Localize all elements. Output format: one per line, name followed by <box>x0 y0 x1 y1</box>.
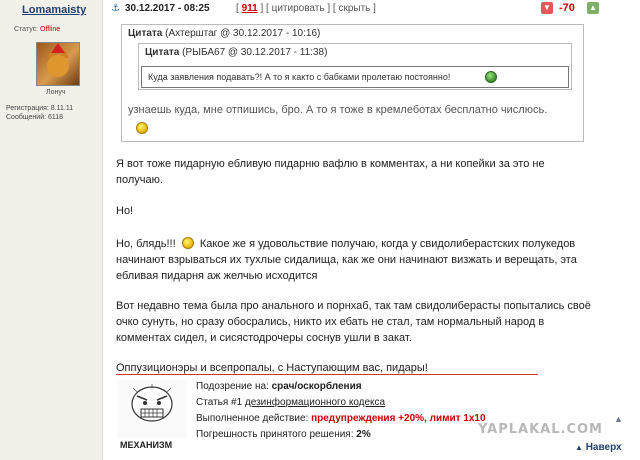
post-header: ⚓ 30.12.2017 - 08:25 [ 911 ] [ цитироват… <box>103 0 640 18</box>
username-link[interactable]: Lomamaisty <box>22 4 86 16</box>
post-line: Я вот тоже пидарную ебливую пидарню вафл… <box>116 158 545 170</box>
post-line: начинают взрываться их тухлые сидалища, … <box>116 254 577 266</box>
arrow-up-icon: ▲ <box>575 443 583 452</box>
post-line: очко сунуть, но сразу обосрались, никто … <box>116 316 545 328</box>
user-posts-count: Сообщений: 6118 <box>6 114 64 121</box>
back-to-top-label[interactable]: Наверх <box>586 442 622 453</box>
quote-outer-text: узнаешь куда, мне отпишись, бро. А то я … <box>128 104 548 116</box>
bracket-close: ] <box>373 3 376 14</box>
bracket-open: [ <box>236 3 239 14</box>
post-line: получаю. <box>116 174 163 186</box>
post-line-end: Какое же я удовольствие получаю, когда у… <box>199 238 576 250</box>
quote-outer-label: Цитата <box>128 28 163 39</box>
post-paragraph-1: Я вот тоже пидарную ебливую пидарню вафл… <box>116 156 606 188</box>
user-status-label: Статус: <box>14 26 39 33</box>
post-rating: ▼ -70 ▲ <box>541 2 633 16</box>
sig-value: предупреждения +20%, лимит 1x10 <box>311 413 486 424</box>
post-paragraph-4: Вот недавно тема была про анального и по… <box>116 298 606 346</box>
cite-link[interactable]: цитировать <box>272 3 325 14</box>
signature-line-1: Подозрение на: срач/оскорбления <box>196 381 362 392</box>
user-registration: Регистрация: 8.11.11 <box>6 105 74 112</box>
hide-link[interactable]: скрыть <box>338 3 370 14</box>
signature-line-4: Погрешность принятого решения: 2% <box>196 429 371 440</box>
post-line: ебливая пидарня аж желчью исходится <box>116 270 318 282</box>
smile-icon <box>136 122 148 134</box>
post-paragraph-2: Но! <box>116 205 134 217</box>
post-date: 30.12.2017 - 08:25 <box>125 3 210 14</box>
sig-value: 2% <box>356 429 371 440</box>
post-number-link[interactable]: 911 <box>242 3 258 14</box>
quote-outer-header: Цитата (Ахтерштаг @ 30.12.2017 - 10:16) <box>128 28 320 39</box>
quote-inner-body: Куда заявления подавать?! А то я както с… <box>141 66 569 88</box>
signature-divider <box>116 374 538 375</box>
quote-outer: Цитата (Ахтерштаг @ 30.12.2017 - 10:16) … <box>121 24 584 142</box>
signature-label: МЕХАНИЗМ <box>120 440 173 450</box>
quote-inner-text: Куда заявления подавать?! А то я както с… <box>148 72 451 82</box>
quote-inner-header: Цитата (РЫБА67 @ 30.12.2017 - 11:38) <box>145 47 327 58</box>
post-actions: [ 911 ] [ цитировать ] [ скрыть ] <box>236 3 376 14</box>
bracket-sep2: ] [ <box>327 3 336 14</box>
sig-label: Погрешность принятого решения: <box>196 429 354 440</box>
thumb-down-icon[interactable]: ▼ <box>541 2 553 14</box>
anchor-icon[interactable]: ⚓ <box>111 3 120 14</box>
post-line: Вот недавно тема была про анального и по… <box>116 300 591 312</box>
post-line: комментах сидел, и сисястодрочеры соснув… <box>116 332 412 344</box>
user-status: Статус: Offline <box>14 26 60 33</box>
user-status-value: Offline <box>40 26 61 33</box>
quote-outer-meta: (Ахтерштаг @ 30.12.2017 - 10:16) <box>165 28 321 39</box>
sig-link[interactable]: дезинформационного кодекса <box>245 397 385 408</box>
user-rank: Лонуч <box>46 89 66 96</box>
smile-icon <box>485 71 497 83</box>
rage-face-icon <box>131 384 173 422</box>
rage-face-image <box>117 380 187 438</box>
back-to-top-link[interactable]: ▲ Наверх <box>575 442 622 453</box>
quote-inner-label: Цитата <box>145 47 180 58</box>
post-line-start: Но, блядь!!! <box>116 238 176 250</box>
thumb-up-icon[interactable]: ▲ <box>587 2 599 14</box>
sig-value: срач/оскорбления <box>271 381 362 392</box>
quote-inner: Цитата (РЫБА67 @ 30.12.2017 - 11:38) Куд… <box>138 43 572 90</box>
sig-label: Статья #1 <box>196 397 243 408</box>
quote-inner-meta: (РЫБА67 @ 30.12.2017 - 11:38) <box>182 47 328 58</box>
sig-label: Подозрение на: <box>196 381 269 392</box>
signature-line-3: Выполненное действие: предупреждения +20… <box>196 413 486 424</box>
rating-value: -70 <box>559 2 575 14</box>
signature-line-2: Статья #1 дезинформационного кодекса <box>196 397 385 408</box>
user-sidebar: Lomamaisty Статус: Offline Лонуч Регистр… <box>0 0 103 460</box>
bracket-sep1: ] [ <box>260 3 269 14</box>
site-logo: YAPLAKAL.COM <box>478 422 603 437</box>
smile-icon <box>181 237 194 249</box>
sig-label: Выполненное действие: <box>196 413 309 424</box>
arrow-up-icon[interactable]: ▲ <box>614 414 623 424</box>
post-paragraph-3: Но, блядь!!! Какое же я удовольствие пол… <box>116 235 606 284</box>
post-line: Но, блядь!!! Какое же я удовольствие пол… <box>116 235 606 252</box>
user-stats: Регистрация: 8.11.11 Сообщений: 6118 <box>6 104 73 122</box>
avatar[interactable] <box>36 42 80 86</box>
